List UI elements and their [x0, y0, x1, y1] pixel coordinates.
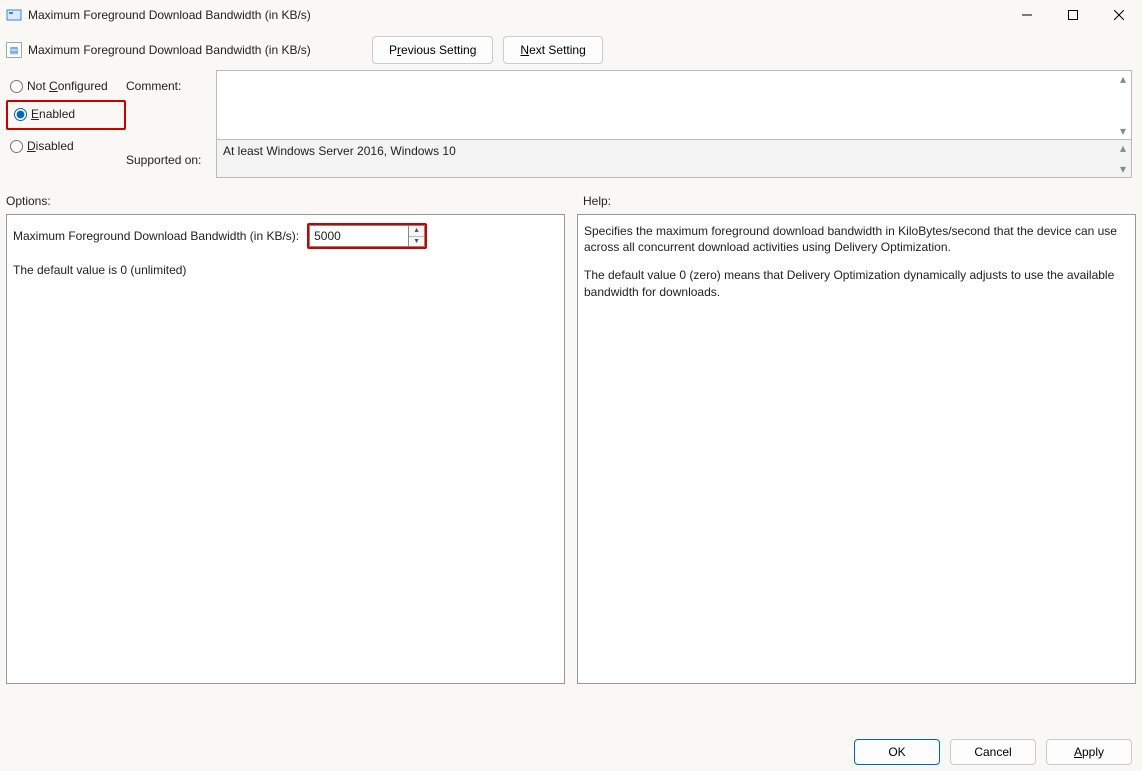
dialog-footer: OK Cancel Apply — [854, 739, 1132, 765]
radio-not-configured[interactable]: Not Configured — [6, 74, 126, 98]
ok-button[interactable]: OK — [854, 739, 940, 765]
previous-setting-button[interactable]: Previous Setting — [372, 36, 493, 64]
comment-label: Comment: — [126, 74, 216, 98]
app-icon — [6, 7, 22, 23]
window-controls — [1004, 0, 1142, 30]
spin-up-icon[interactable]: ▲ — [409, 226, 424, 237]
bandwidth-spinner[interactable]: ▲ ▼ — [409, 225, 425, 247]
cancel-button[interactable]: Cancel — [950, 739, 1036, 765]
apply-button[interactable]: Apply — [1046, 739, 1132, 765]
help-paragraph-2: The default value 0 (zero) means that De… — [584, 267, 1129, 299]
radio-enabled[interactable]: Enabled — [10, 102, 120, 126]
scroll-down-icon[interactable]: ▾ — [1116, 124, 1130, 138]
help-heading: Help: — [571, 194, 1136, 208]
radio-disabled[interactable]: Disabled — [6, 134, 126, 158]
minimize-button[interactable] — [1004, 0, 1050, 30]
state-radio-group: Not Configured Enabled Disabled — [6, 70, 126, 178]
sub-header: ▤ Maximum Foreground Download Bandwidth … — [0, 30, 1142, 70]
spin-down-icon[interactable]: ▼ — [409, 237, 424, 247]
supported-on-box: At least Windows Server 2016, Windows 10… — [216, 140, 1132, 178]
close-button[interactable] — [1096, 0, 1142, 30]
maximize-button[interactable] — [1050, 0, 1096, 30]
scroll-up-icon[interactable]: ▴ — [1116, 141, 1130, 155]
supported-on-text: At least Windows Server 2016, Windows 10 — [223, 144, 456, 158]
title-bar: Maximum Foreground Download Bandwidth (i… — [0, 0, 1142, 30]
radio-not-configured-input[interactable] — [10, 80, 23, 93]
comment-textarea[interactable]: ▴ ▾ — [216, 70, 1132, 140]
help-paragraph-1: Specifies the maximum foreground downloa… — [584, 223, 1129, 255]
options-heading: Options: — [6, 194, 571, 208]
bandwidth-input[interactable]: 5000 — [309, 225, 409, 247]
next-setting-button[interactable]: Next Setting — [503, 36, 602, 64]
radio-enabled-input[interactable] — [14, 108, 27, 121]
window-title: Maximum Foreground Download Bandwidth (i… — [28, 8, 1004, 22]
options-pane: Maximum Foreground Download Bandwidth (i… — [6, 214, 565, 684]
radio-disabled-input[interactable] — [10, 140, 23, 153]
scroll-up-icon[interactable]: ▴ — [1116, 72, 1130, 86]
scroll-down-icon[interactable]: ▾ — [1116, 162, 1130, 176]
bandwidth-label: Maximum Foreground Download Bandwidth (i… — [13, 229, 299, 243]
supported-on-label: Supported on: — [126, 148, 216, 172]
policy-icon: ▤ — [6, 42, 22, 58]
help-pane: Specifies the maximum foreground downloa… — [577, 214, 1136, 684]
policy-title: Maximum Foreground Download Bandwidth (i… — [28, 43, 372, 57]
default-note: The default value is 0 (unlimited) — [13, 263, 558, 277]
